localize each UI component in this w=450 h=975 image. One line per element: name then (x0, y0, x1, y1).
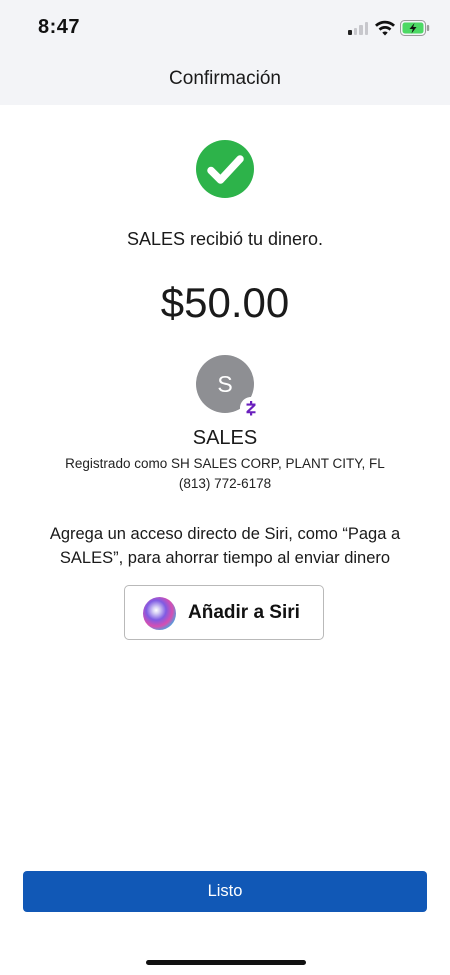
add-to-siri-label: Añadir a Siri (188, 602, 300, 623)
siri-icon (143, 597, 176, 630)
done-button[interactable]: Listo (23, 871, 427, 912)
page-title: Confirmación (169, 68, 281, 89)
recipient-registration: Registrado como SH SALES CORP, PLANT CIT… (65, 456, 385, 471)
status-time: 8:47 (38, 16, 81, 38)
add-to-siri-button[interactable]: Añadir a Siri (124, 585, 324, 640)
recipient-name: SALES (192, 427, 258, 449)
home-indicator[interactable] (146, 960, 306, 965)
siri-shortcut-prompt: Agrega un acceso directo de Siri, como “… (49, 525, 401, 567)
confirmation-message: SALES recibió tu dinero. (126, 229, 324, 249)
wifi-icon (375, 20, 395, 36)
recipient-phone: (813) 772-6178 (178, 476, 272, 491)
payment-amount: $50.00 (160, 279, 290, 326)
check-circle-icon (196, 140, 254, 198)
top-bar: 8:47 Confirmación (0, 0, 450, 105)
cellular-signal-icon (348, 21, 370, 35)
cash-app-badge-icon (240, 397, 262, 419)
battery-charging-icon (400, 20, 430, 36)
